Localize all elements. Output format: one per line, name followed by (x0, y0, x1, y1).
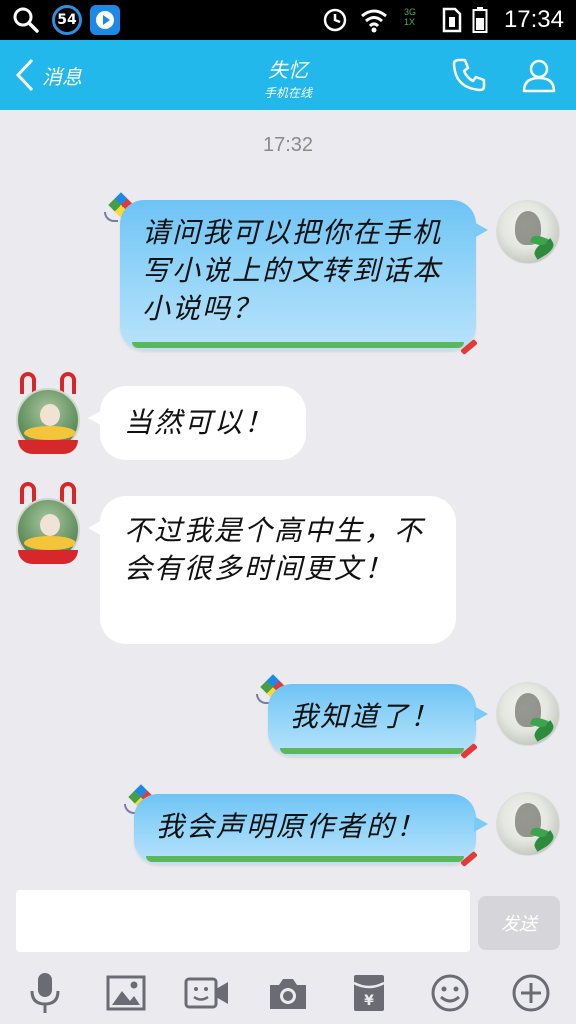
profile-icon (522, 59, 556, 93)
message-bubble-received[interactable]: 不过我是个高中生，不会有很多时间更文！ (88, 496, 456, 644)
input-bar: 发送 ¥ (0, 876, 576, 1024)
back-button[interactable]: 消息 (14, 54, 82, 96)
red-packet-button[interactable]: ¥ (344, 968, 394, 1018)
phone-icon (452, 58, 486, 92)
message-bubble-sent[interactable]: 请问我可以把你在手机写小说上的文转到话本小说吗？ (120, 200, 488, 350)
red-packet-icon: ¥ (353, 975, 385, 1011)
emoji-button[interactable] (425, 968, 475, 1018)
message-text: 我会声明原作者的！ (156, 810, 427, 843)
search-icon (10, 6, 42, 34)
voice-button[interactable] (20, 968, 70, 1018)
chat-timestamp: 17:32 (262, 134, 314, 156)
image-button[interactable] (101, 968, 151, 1018)
svg-text:¥: ¥ (364, 993, 374, 1009)
emoji-icon (431, 974, 469, 1012)
message-text: 我知道了！ (290, 700, 441, 733)
add-icon (512, 974, 550, 1012)
message-bubble-sent[interactable]: 我知道了！ (268, 684, 488, 756)
contact-avatar[interactable] (16, 372, 82, 462)
chat-header: 消息 失忆 手机在线 (0, 40, 576, 110)
contact-name: 失忆 (268, 58, 308, 82)
input-toolbar: ¥ (0, 968, 576, 1018)
contact-avatar[interactable] (16, 482, 82, 572)
my-avatar[interactable] (496, 682, 560, 746)
back-label: 消息 (42, 64, 82, 89)
status-time: 17:34 (503, 6, 564, 33)
my-avatar[interactable] (496, 792, 560, 856)
message-text: 不过我是个高中生，不会有很多时间更文！ (124, 514, 425, 585)
message-text: 请问我可以把你在手机写小说上的文转到话本小说吗？ (142, 216, 443, 325)
send-button[interactable]: 发送 (478, 896, 560, 950)
my-avatar[interactable] (496, 200, 560, 264)
notification-count-badge: 54 (52, 5, 82, 35)
wifi-icon (356, 6, 392, 34)
chevron-left-icon (15, 58, 34, 92)
alarm-clock-icon (320, 6, 350, 34)
image-icon (106, 975, 146, 1011)
contact-status: 手机在线 (263, 86, 312, 100)
phone-call-button[interactable] (448, 54, 490, 96)
camera-icon (270, 979, 306, 1009)
message-input[interactable] (16, 890, 470, 952)
sim-icon (440, 6, 464, 34)
camera-button[interactable] (263, 968, 313, 1018)
message-bubble-sent[interactable]: 我会声明原作者的！ (134, 794, 488, 864)
message-text: 当然可以！ (124, 406, 275, 439)
video-app-icon (90, 5, 120, 35)
more-button[interactable] (506, 968, 556, 1018)
status-bar: 54 3G 1X 17:34 (0, 0, 576, 40)
microphone-icon (30, 973, 60, 1013)
video-call-button[interactable] (182, 968, 232, 1018)
network-indicator: 3G 1X (404, 7, 417, 27)
contact-profile-button[interactable] (518, 54, 560, 96)
battery-icon (470, 6, 490, 34)
message-bubble-received[interactable]: 当然可以！ (88, 386, 306, 460)
video-call-icon (184, 977, 228, 1009)
